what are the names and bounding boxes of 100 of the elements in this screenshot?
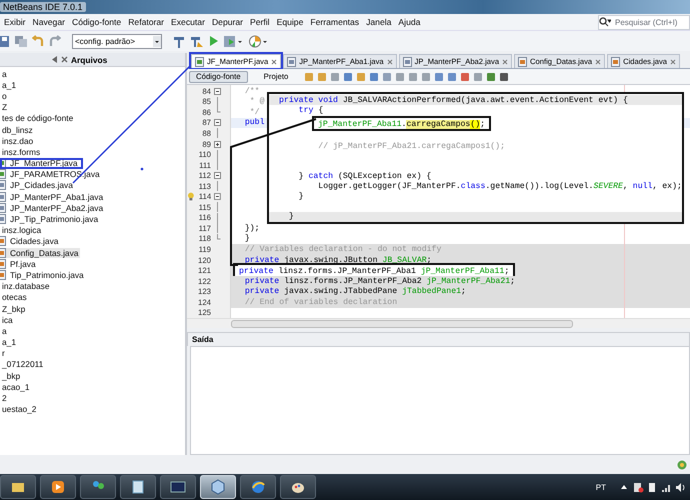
tree-row[interactable]: 2 bbox=[0, 392, 185, 404]
tree-row[interactable]: ica bbox=[0, 314, 185, 326]
editor-tool-icon[interactable] bbox=[486, 72, 496, 82]
run-icon[interactable] bbox=[209, 35, 219, 47]
taskbar-button[interactable] bbox=[240, 475, 276, 499]
taskbar-button[interactable] bbox=[40, 475, 76, 499]
debug-icon[interactable] bbox=[224, 34, 244, 48]
hammer-broom-icon[interactable] bbox=[190, 34, 204, 48]
redo-icon[interactable] bbox=[49, 35, 61, 47]
taskbar-button[interactable] bbox=[280, 475, 316, 499]
menu-item[interactable]: Depurar bbox=[208, 17, 246, 27]
close-icon[interactable] bbox=[61, 56, 68, 63]
tree-item[interactable]: insz.dao bbox=[0, 136, 36, 146]
tree-item[interactable]: _bkp bbox=[0, 370, 22, 381]
menu-item[interactable]: Equipe bbox=[272, 17, 306, 27]
tree-item[interactable]: JP_Tip_Patrimonio.java bbox=[8, 214, 100, 224]
tree-item[interactable]: JP_ManterPF_Aba2.java bbox=[8, 202, 106, 213]
tree-row[interactable]: insz.dao bbox=[0, 135, 185, 146]
tree-row[interactable]: insz.forms bbox=[0, 146, 185, 158]
tree-item[interactable]: JF_ManterPF.java bbox=[8, 158, 80, 168]
menu-item[interactable]: Janela bbox=[362, 17, 394, 27]
profile-icon[interactable] bbox=[249, 34, 269, 48]
tree-row[interactable]: Tip_Patrimonio.java bbox=[0, 269, 185, 281]
tree-row[interactable]: _bkp bbox=[0, 370, 185, 382]
tree-item[interactable]: inz.database bbox=[0, 281, 52, 292]
search-field[interactable]: Pesquisar (Ctrl+I) bbox=[598, 14, 690, 30]
tree-item[interactable]: tes de código-fonte bbox=[0, 113, 76, 124]
tree-row[interactable]: insz.logica bbox=[0, 224, 185, 236]
config-dropdown[interactable]: <config. padrão> bbox=[72, 34, 162, 48]
menu-item[interactable]: Código-fonte bbox=[68, 17, 124, 27]
tree-item[interactable]: Z_bkp bbox=[0, 304, 28, 314]
expand-icon[interactable] bbox=[214, 140, 221, 148]
copy-icon[interactable] bbox=[15, 34, 27, 48]
tree-item[interactable]: a bbox=[0, 68, 9, 79]
collapse-icon[interactable] bbox=[214, 172, 221, 180]
menu-item[interactable]: Exibir bbox=[0, 17, 28, 27]
menu-item[interactable]: Ajuda bbox=[394, 17, 424, 27]
hammer-icon[interactable] bbox=[173, 34, 185, 48]
editor-tool-icon[interactable] bbox=[447, 72, 458, 82]
close-icon[interactable] bbox=[595, 58, 602, 64]
menu-item[interactable]: Perfil bbox=[246, 17, 273, 27]
tree-item[interactable]: Pf.java bbox=[8, 258, 38, 269]
editor-tool-icon[interactable] bbox=[369, 72, 380, 82]
taskbar-button[interactable] bbox=[120, 475, 156, 499]
tree-row[interactable]: Z_bkp bbox=[0, 302, 185, 314]
menu-item[interactable]: Ferramentas bbox=[306, 17, 362, 27]
tree-item[interactable]: JP_ManterPF_Aba1.java bbox=[8, 192, 106, 202]
undo-icon[interactable] bbox=[32, 35, 44, 47]
tree-row[interactable]: a bbox=[0, 68, 185, 80]
tree-item[interactable]: a bbox=[0, 326, 9, 336]
language-indicator[interactable]: PT bbox=[596, 482, 606, 492]
editor-tool-icon[interactable] bbox=[460, 72, 470, 82]
tree-item[interactable]: insz.forms bbox=[0, 146, 42, 157]
tree-item[interactable]: Z bbox=[0, 102, 10, 112]
menu-item[interactable]: Executar bbox=[167, 17, 208, 27]
tree-row[interactable]: a bbox=[0, 325, 185, 336]
tree-item[interactable]: JP_Cidades.java bbox=[8, 180, 75, 190]
close-icon[interactable] bbox=[502, 58, 508, 64]
tree-item[interactable]: a_1 bbox=[0, 80, 18, 90]
tree-row[interactable]: Config_Datas.java bbox=[0, 247, 185, 258]
scrollbar-thumb[interactable] bbox=[231, 320, 573, 328]
taskbar-button[interactable] bbox=[160, 475, 196, 499]
editor-tool-icon[interactable] bbox=[434, 72, 444, 82]
tree-row[interactable]: Cidades.java bbox=[0, 236, 185, 247]
tree-item[interactable]: Config_Datas.java bbox=[8, 248, 80, 258]
tree-row[interactable]: Z bbox=[0, 102, 185, 113]
tree-row[interactable]: a_1 bbox=[0, 336, 185, 348]
tree-item[interactable]: uestao_2 bbox=[0, 404, 38, 414]
tree-item[interactable]: otecas bbox=[0, 292, 29, 302]
editor-tool-icon[interactable] bbox=[499, 72, 510, 82]
tree-item[interactable]: _07122011 bbox=[0, 359, 46, 370]
tree-row[interactable]: a_1 bbox=[0, 79, 185, 90]
tree-item[interactable]: acao_1 bbox=[0, 382, 32, 392]
taskbar-button[interactable] bbox=[0, 475, 36, 499]
tree-item[interactable]: Cidades.java bbox=[8, 236, 60, 246]
tree-row[interactable]: JF_ManterPF.java bbox=[0, 158, 82, 169]
tree-row[interactable]: JP_ManterPF_Aba2.java bbox=[0, 202, 185, 214]
tree-item[interactable]: ica bbox=[0, 314, 15, 325]
tree-item[interactable]: 2 bbox=[0, 393, 9, 404]
tree-row[interactable]: inz.database bbox=[0, 280, 185, 292]
tree-item[interactable]: Tip_Patrimonio.java bbox=[8, 270, 86, 280]
tree-row[interactable]: JP_Cidades.java bbox=[0, 180, 185, 192]
collapse-icon[interactable] bbox=[214, 88, 221, 95]
tree-row[interactable]: o bbox=[0, 90, 185, 102]
menu-item[interactable]: Refatorar bbox=[124, 17, 168, 27]
tree-item[interactable]: db_linsz bbox=[0, 124, 35, 135]
tree-row[interactable]: tes de código-fonte bbox=[0, 112, 185, 124]
tree-row[interactable]: otecas bbox=[0, 292, 185, 303]
collapse-icon[interactable] bbox=[214, 119, 221, 126]
editor-tool-icon[interactable] bbox=[343, 72, 354, 82]
tree-row[interactable]: _07122011 bbox=[0, 358, 185, 370]
tree-row[interactable]: Pf.java bbox=[0, 258, 185, 270]
panel-title[interactable]: Saída bbox=[188, 335, 214, 344]
close-icon[interactable] bbox=[386, 58, 393, 64]
lightbulb-icon[interactable] bbox=[187, 192, 196, 202]
menu-item[interactable]: Navegar bbox=[28, 17, 68, 27]
tree-row[interactable]: uestao_2 bbox=[0, 404, 185, 415]
tree-row[interactable]: acao_1 bbox=[0, 381, 185, 392]
tray-icons[interactable] bbox=[620, 482, 686, 492]
taskbar-button[interactable] bbox=[80, 475, 116, 499]
